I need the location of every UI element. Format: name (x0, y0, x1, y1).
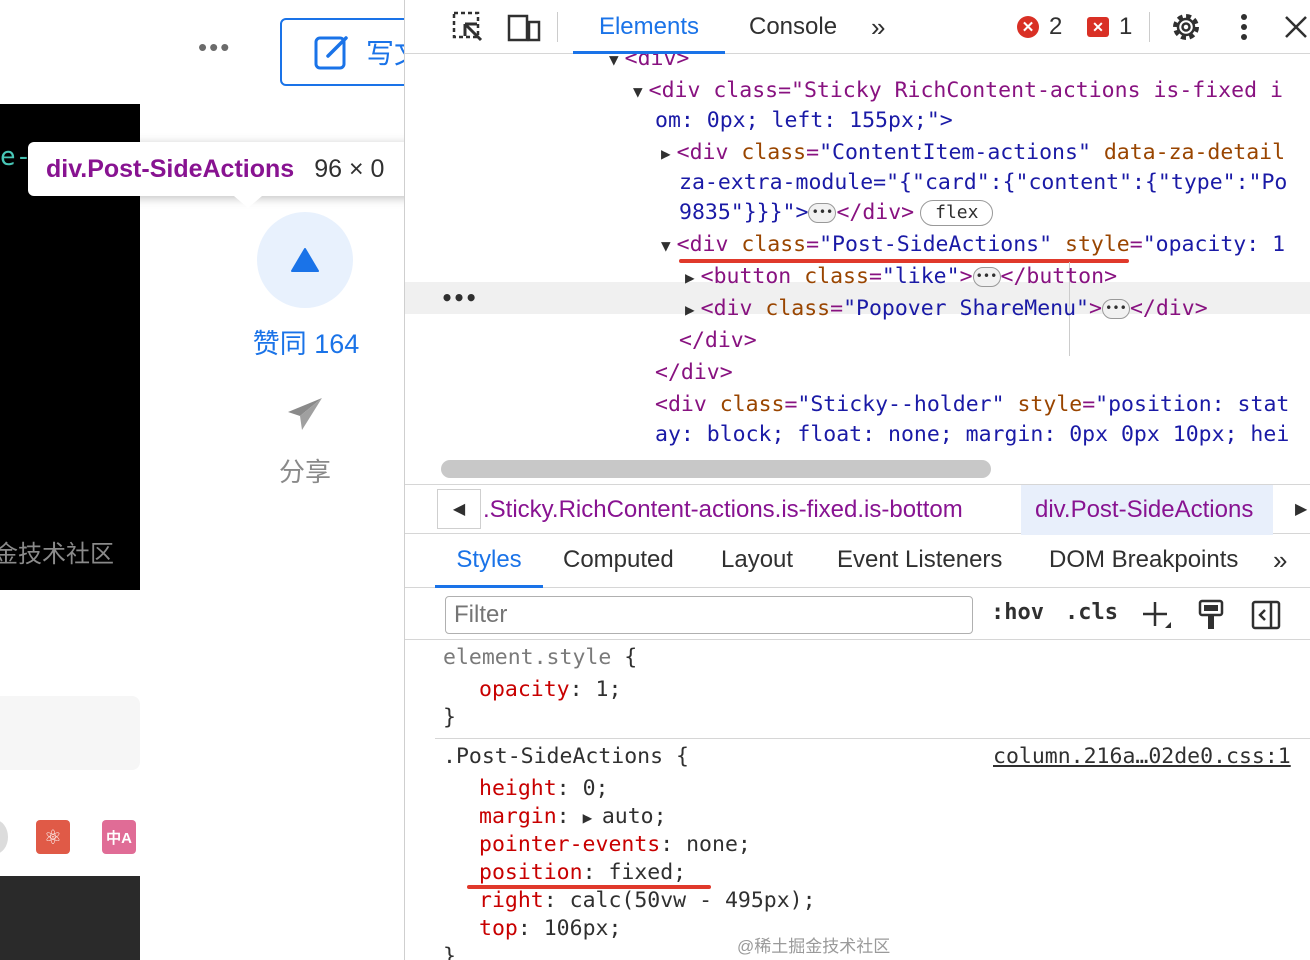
collapse-triangle-icon: ▶ (685, 300, 695, 319)
close-icon[interactable] (1279, 10, 1310, 44)
dom-line-continuation: za-extra-module="{"card":{"content":{"ty… (679, 170, 1288, 195)
styles-pane: element.style { opacity: 1; } .Post-Side… (405, 640, 1310, 960)
new-style-rule-icon[interactable] (1139, 598, 1173, 632)
dom-tree: ••• ▼ <div> ▼ <div class="Sticky RichConte… (405, 54, 1310, 474)
site-watermark: @稀土掘金技术社区 (737, 937, 891, 956)
expand-triangle-icon: ▼ (633, 82, 643, 101)
tab-computed[interactable]: Computed (563, 534, 674, 588)
translate-extension-icon[interactable]: 中A (102, 820, 136, 854)
error-icon: ✕ (1017, 16, 1039, 38)
style-declaration[interactable]: top: 106px; (479, 915, 621, 943)
ellipsis-icon[interactable]: ••• (808, 203, 837, 223)
tooltip-arrow (234, 196, 262, 208)
toolbar-divider-2 (1149, 12, 1150, 42)
dom-line[interactable]: ▼ <div> (609, 54, 689, 74)
toggle-sidebar-icon[interactable] (1249, 598, 1283, 632)
dom-line[interactable]: ▼ <div class="Sticky RichContent-actions … (633, 76, 1283, 106)
style-declaration[interactable]: pointer-events: none; (479, 831, 751, 859)
extension-icon[interactable] (0, 820, 8, 854)
flex-badge[interactable]: flex (920, 200, 994, 226)
image-watermark: 金技术社区 (0, 541, 114, 568)
expand-triangle-icon: ▼ (661, 236, 671, 255)
dom-line[interactable]: </div> (679, 326, 757, 356)
dom-line[interactable]: </div> (655, 358, 733, 388)
settings-gear-icon[interactable] (1169, 10, 1203, 44)
dom-line-selected[interactable]: ▼ <div class="Post-SideActions" style="op… (661, 230, 1285, 260)
dom-line[interactable]: ▶ <div class="ContentItem-actions" data-z… (661, 138, 1285, 168)
issues-count: 1 (1119, 13, 1133, 40)
issues-badge[interactable]: ✕ 1 (1087, 13, 1132, 41)
more-subtabs-icon[interactable]: » (1273, 534, 1287, 588)
dom-horizontal-scrollbar[interactable] (441, 460, 991, 478)
dom-line[interactable]: ▶ <div class="Popover ShareMenu"> ••• </div… (685, 294, 1208, 324)
styles-filter-input[interactable] (445, 596, 973, 634)
errors-badge[interactable]: ✕ 2 (1017, 13, 1062, 41)
tooltip-selector: div.Post-SideActions (46, 154, 295, 183)
comment-box[interactable] (0, 696, 140, 770)
breadcrumb-item[interactable]: .Sticky.RichContent-actions.is-fixed.is-… (483, 485, 963, 535)
ellipsis-icon[interactable]: ••• (1101, 299, 1130, 319)
react-devtools-extension-icon[interactable]: ⚛ (36, 820, 70, 854)
tab-dom-breakpoints[interactable]: DOM Breakpoints (1049, 534, 1238, 588)
toolbar-divider (557, 12, 558, 42)
dom-line-continuation: 9835"}}}"> ••• </div> flex (679, 198, 994, 228)
tab-elements[interactable]: Elements (573, 0, 725, 54)
style-declaration[interactable]: margin: ▶ auto; (479, 803, 667, 831)
errors-count: 2 (1049, 13, 1063, 40)
tab-styles[interactable]: Styles (435, 534, 543, 588)
ellipsis-icon[interactable]: ••• (972, 267, 1001, 287)
breadcrumb-scroll-left-icon[interactable]: ◀ (437, 489, 481, 529)
code-fragment: e- (0, 142, 32, 172)
dom-line-continuation: ay: block; float: none; margin: 0px 0px … (655, 422, 1290, 447)
footer-dark-block (0, 876, 140, 960)
paint-brush-icon[interactable] (1195, 598, 1229, 632)
write-article-button[interactable]: 写文 (280, 18, 404, 86)
style-declaration[interactable]: right: calc(50vw - 495px); (479, 887, 816, 915)
breadcrumb: ◀ .Sticky.RichContent-actions.is-fixed.i… (405, 484, 1310, 535)
share-plane-icon[interactable] (284, 394, 326, 434)
element-style-rule[interactable]: element.style { (443, 644, 637, 672)
collapse-triangle-icon: ▶ (685, 268, 695, 287)
style-declaration[interactable]: opacity: 1; (479, 676, 621, 704)
devtools-panel: Elements Console » ✕ 2 ✕ 1 ••• ▼ <div> ▼ <… (404, 0, 1310, 960)
more-tabs-icon[interactable]: » (871, 0, 885, 54)
style-declaration-position[interactable]: position: fixed; (479, 859, 686, 887)
styles-filter-bar: :hov .cls (405, 590, 1310, 640)
issue-icon: ✕ (1087, 17, 1109, 37)
like-count-label[interactable]: 赞同 164 (236, 322, 376, 361)
expand-shorthand-icon: ▶ (582, 808, 602, 827)
dom-line[interactable]: ▶ <button class="like"> ••• </button> (685, 262, 1117, 292)
dom-line-continuation: om: 0px; left: 155px;"> (655, 108, 953, 133)
class-toggle[interactable]: .cls (1065, 600, 1118, 625)
kebab-menu-icon[interactable] (1227, 10, 1261, 44)
rule-close-brace: } (443, 705, 456, 730)
more-icon[interactable]: ••• (198, 32, 231, 63)
upvote-triangle-icon (291, 248, 319, 272)
stylesheet-source-link[interactable]: column.216a…02de0.css:1 (993, 743, 1291, 771)
sidebar-tabs: Styles Computed Layout Event Listeners D… (405, 534, 1310, 588)
like-button[interactable] (257, 212, 353, 308)
devtools-toolbar: Elements Console » ✕ 2 ✕ 1 (405, 0, 1310, 54)
node-actions-dots[interactable]: ••• (441, 286, 477, 310)
inspect-tooltip: div.Post-SideActions 96 × 0 (28, 142, 404, 208)
tooltip-dimensions: 96 × 0 (314, 154, 385, 183)
breadcrumb-scroll-right-icon[interactable]: ▶ (1295, 499, 1307, 519)
share-label[interactable]: 分享 (250, 452, 360, 489)
style-declaration[interactable]: height: 0; (479, 775, 608, 803)
edit-icon (314, 36, 348, 70)
tab-event-listeners[interactable]: Event Listeners (837, 534, 1002, 588)
collapse-triangle-icon: ▶ (661, 144, 671, 163)
dom-line[interactable]: <div class="Sticky--holder" style="posit… (655, 390, 1289, 420)
breadcrumb-item-selected[interactable]: div.Post-SideActions (1021, 485, 1273, 535)
inspect-element-icon[interactable] (451, 10, 485, 44)
write-label: 写文 (366, 38, 404, 69)
tab-layout[interactable]: Layout (721, 534, 793, 588)
hover-state-toggle[interactable]: :hov (991, 600, 1044, 625)
tab-console[interactable]: Console (749, 0, 837, 54)
page-viewport: ••• 写文 e- 金技术社区 div.Post-SideActions 96 … (0, 0, 404, 960)
rule-separator (435, 738, 1310, 739)
device-toolbar-icon[interactable] (507, 10, 541, 44)
css-rule-selector[interactable]: .Post-SideActions { (443, 743, 689, 771)
rule-close-brace: } (443, 944, 456, 960)
